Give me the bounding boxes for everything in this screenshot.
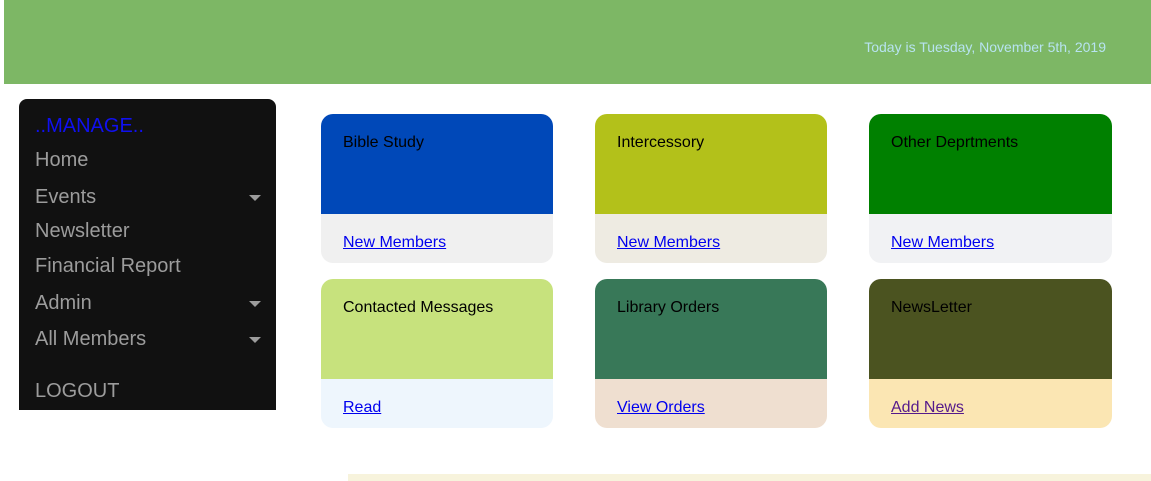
sidebar-item-events[interactable]: Events (35, 186, 261, 209)
card-header: Contacted Messages (321, 279, 553, 379)
caret-down-icon (249, 301, 261, 307)
card-title: Bible Study (343, 134, 424, 151)
logout-link[interactable]: LOGOUT (35, 380, 261, 403)
card-link-add-news[interactable]: Add News (891, 399, 964, 417)
card-newsletter: NewsLetter Add News (869, 279, 1112, 428)
caret-down-icon (249, 195, 261, 201)
card-other-departments: Other Deprtments New Members (869, 114, 1112, 263)
card-header: Bible Study (321, 114, 553, 214)
card-header: Library Orders (595, 279, 827, 379)
sidebar-item-newsletter[interactable]: Newsletter (35, 220, 261, 243)
sidebar-item-all-members[interactable]: All Members (35, 328, 261, 351)
card-contacted-messages: Contacted Messages Read (321, 279, 553, 428)
card-intercessory: Intercessory New Members (595, 114, 827, 263)
date-text: Today is Tuesday, November 5th, 2019 (864, 39, 1106, 55)
sidebar-title: ..MANAGE.. (35, 115, 144, 137)
card-title: NewsLetter (891, 299, 972, 316)
card-link-new-members[interactable]: New Members (617, 234, 720, 252)
card-library-orders: Library Orders View Orders (595, 279, 827, 428)
footer-strip (348, 474, 1151, 481)
sidebar-item-financial-report[interactable]: Financial Report (35, 255, 261, 278)
logout-label: LOGOUT (35, 380, 120, 402)
card-footer: New Members (869, 214, 1112, 263)
card-link-new-members[interactable]: New Members (343, 234, 446, 252)
card-header: Intercessory (595, 114, 827, 214)
card-footer: Add News (869, 379, 1112, 428)
top-header: Today is Tuesday, November 5th, 2019 (4, 0, 1151, 84)
card-title: Intercessory (617, 134, 705, 151)
card-link-new-members[interactable]: New Members (891, 234, 994, 252)
card-header: NewsLetter (869, 279, 1112, 379)
sidebar-item-label: All Members (35, 328, 147, 350)
sidebar-item-label: Financial Report (35, 255, 181, 277)
card-footer: New Members (595, 214, 827, 263)
card-title: Library Orders (617, 299, 720, 316)
card-title: Other Deprtments (891, 134, 1019, 151)
card-title: Contacted Messages (343, 299, 494, 316)
sidebar-item-admin[interactable]: Admin (35, 292, 261, 315)
card-footer: New Members (321, 214, 553, 263)
card-footer: View Orders (595, 379, 827, 428)
card-footer: Read (321, 379, 553, 428)
card-header: Other Deprtments (869, 114, 1112, 214)
sidebar-item-label: Home (35, 149, 89, 171)
sidebar-item-label: Newsletter (35, 220, 130, 242)
caret-down-icon (249, 337, 261, 343)
card-link-view-orders[interactable]: View Orders (617, 399, 705, 417)
sidebar: ..MANAGE.. Home Events Newsletter Financ… (19, 99, 276, 410)
card-link-read[interactable]: Read (343, 399, 381, 417)
sidebar-item-label: Events (35, 186, 97, 208)
sidebar-item-label: Admin (35, 292, 92, 314)
card-bible-study: Bible Study New Members (321, 114, 553, 263)
sidebar-item-home[interactable]: Home (35, 149, 261, 172)
